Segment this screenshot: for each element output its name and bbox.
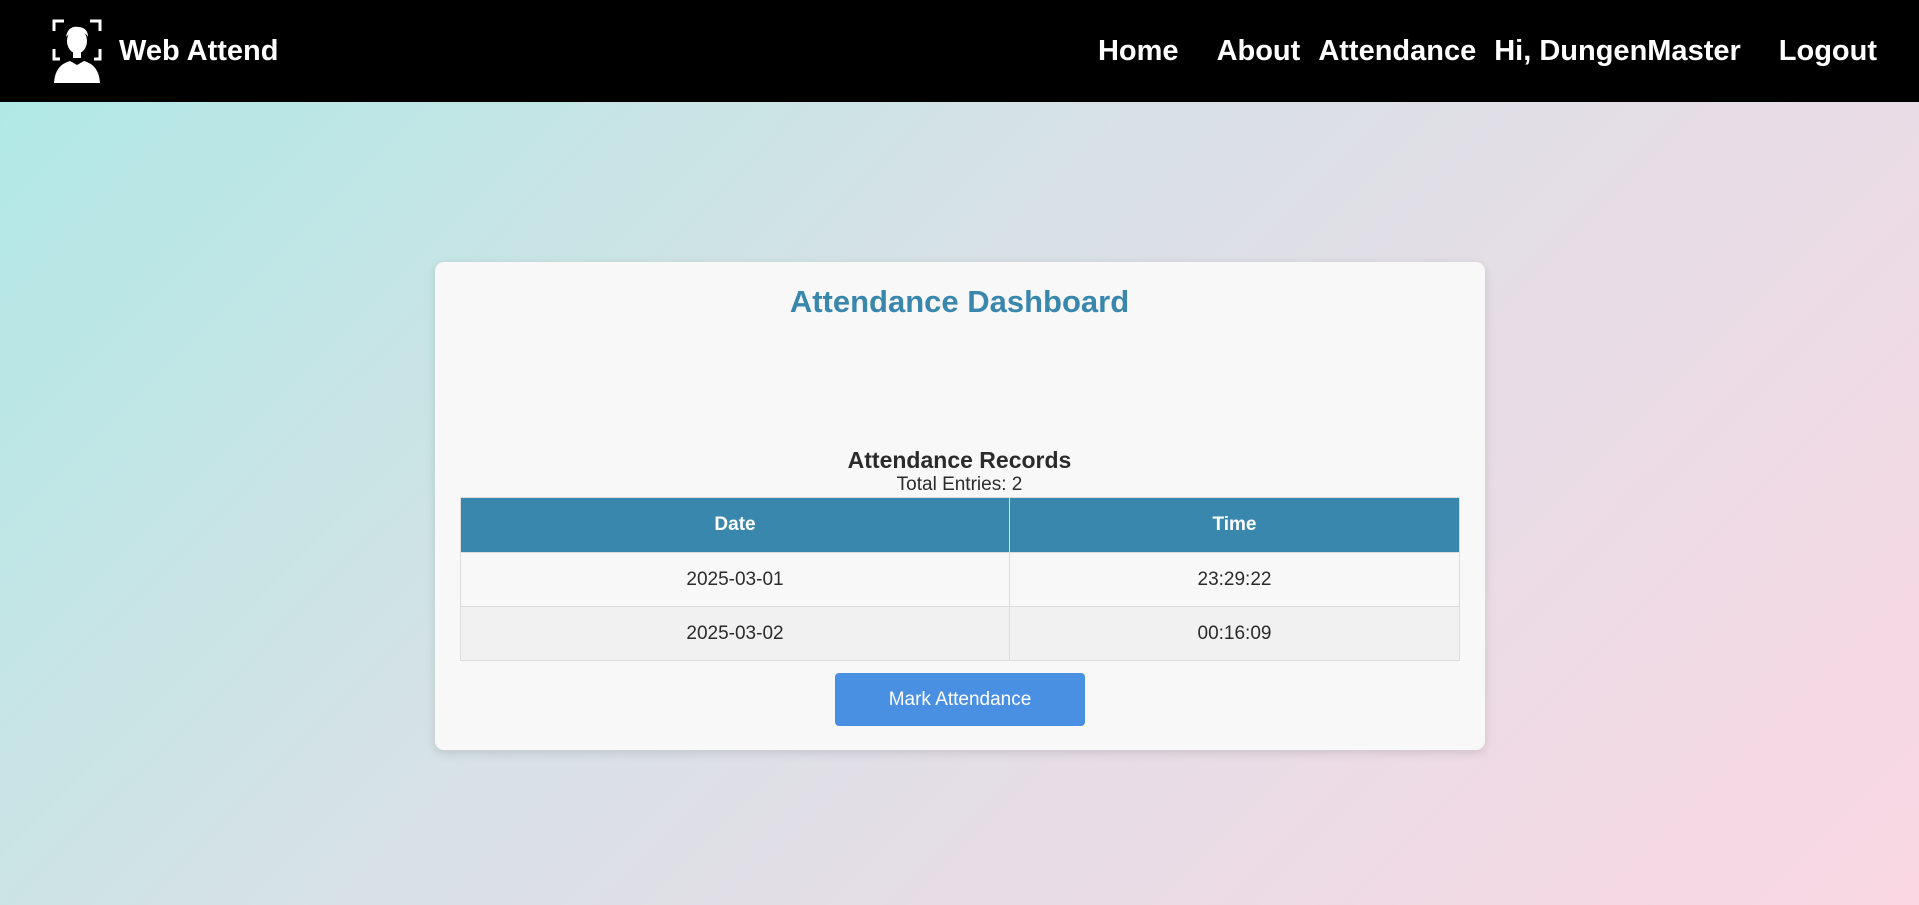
cell-time: 23:29:22 — [1009, 552, 1460, 607]
nav-logout-link[interactable]: Logout — [1779, 35, 1877, 68]
column-header-date: Date — [460, 497, 1010, 553]
dashboard-title: Attendance Dashboard — [789, 284, 1130, 319]
cell-time: 00:16:09 — [1009, 606, 1460, 661]
nav-about-link[interactable]: About — [1217, 35, 1301, 68]
attendance-table: Date Time 2025-03-01 23:29:22 2025-03-02… — [460, 497, 1460, 661]
nav-home-link[interactable]: Home — [1098, 35, 1179, 68]
mark-attendance-button[interactable]: Mark Attendance — [835, 673, 1085, 726]
table-row: 2025-03-02 00:16:09 — [460, 606, 1460, 661]
records-title: Attendance Records — [847, 447, 1072, 473]
table-header-row: Date Time — [460, 497, 1460, 553]
cell-date: 2025-03-01 — [460, 552, 1010, 607]
user-greeting-link[interactable]: Hi, DungenMaster — [1494, 35, 1741, 68]
column-header-time: Time — [1009, 497, 1460, 553]
total-entries: Total Entries: 2 — [896, 474, 1023, 495]
face-scan-icon — [52, 19, 102, 83]
brand-link[interactable]: Web Attend — [52, 19, 279, 83]
nav-links: Home About Attendance Hi, DungenMaster L… — [1098, 0, 1877, 102]
table-row: 2025-03-01 23:29:22 — [460, 552, 1460, 607]
navbar: Web Attend Home About Attendance Hi, Dun… — [0, 0, 1919, 102]
cell-date: 2025-03-02 — [460, 606, 1010, 661]
brand-name: Web Attend — [119, 34, 279, 67]
nav-attendance-link[interactable]: Attendance — [1318, 35, 1476, 68]
